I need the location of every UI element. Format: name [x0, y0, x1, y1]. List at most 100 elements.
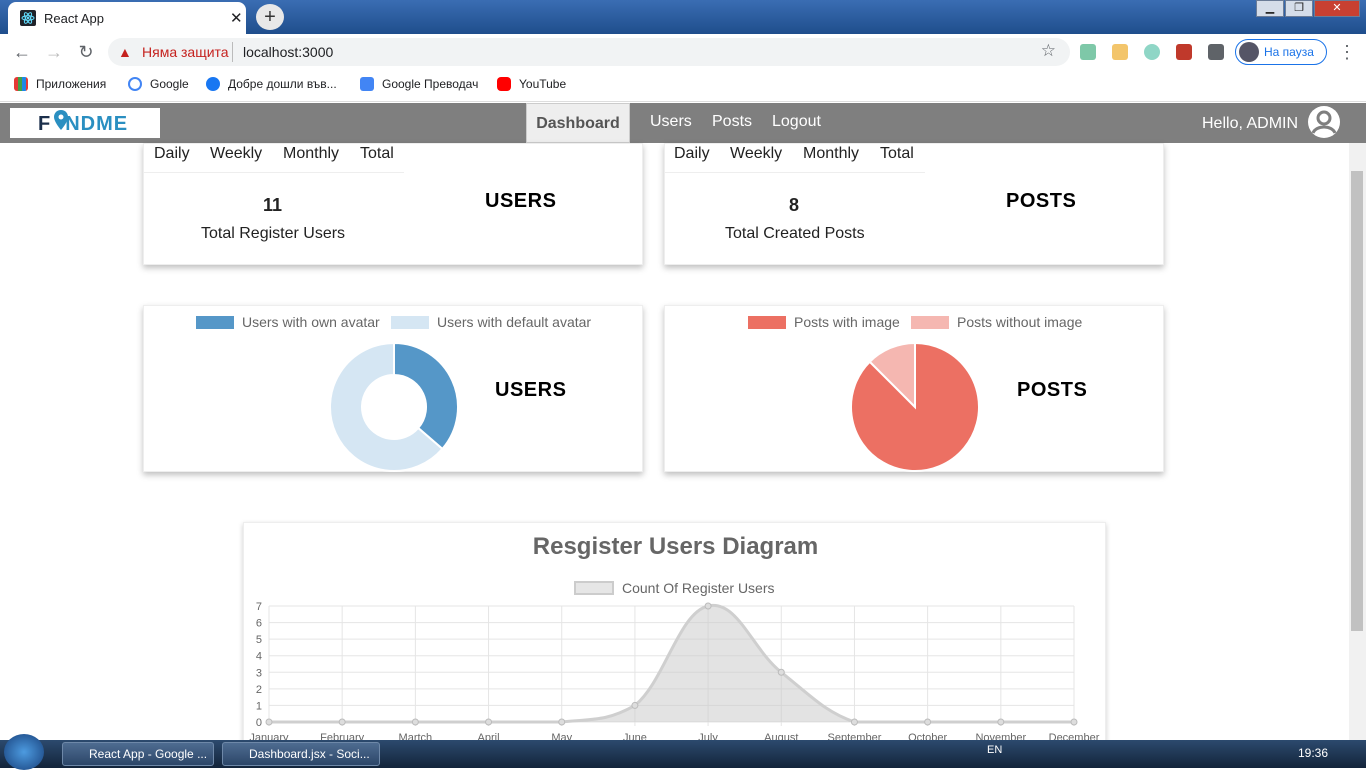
taskbar-label: React App - Google ... — [89, 747, 208, 761]
back-icon[interactable]: ← — [10, 40, 34, 64]
address-bar-row: ← → ↻ ▲ Няма защита localhost:3000 ☆ На … — [0, 34, 1366, 70]
insecure-label[interactable]: Няма защита — [142, 44, 229, 60]
legend-own-avatar[interactable]: Users with own avatar — [196, 314, 380, 330]
user-avatar-icon[interactable] — [1308, 106, 1340, 138]
data-point[interactable] — [777, 668, 785, 676]
data-point[interactable] — [704, 602, 712, 610]
y-tick-label: 1 — [256, 700, 262, 712]
greeting: Hello, ADMIN — [1202, 115, 1299, 132]
legend-label: Users with own avatar — [242, 314, 380, 330]
bookmark-google[interactable]: Google — [128, 77, 189, 91]
period-daily[interactable]: Daily — [674, 145, 710, 163]
legend-label: Users with default avatar — [437, 314, 592, 330]
y-tick-label: 2 — [256, 684, 262, 696]
users-heading: USERS — [485, 190, 557, 212]
tab-close-icon[interactable]: ✕ — [230, 9, 243, 27]
posts-heading: POSTS — [1006, 190, 1077, 212]
nav-posts[interactable]: Posts — [712, 113, 752, 131]
nav-users[interactable]: Users — [650, 113, 692, 131]
findme-logo[interactable]: F NDME — [10, 108, 160, 138]
new-tab-button[interactable]: + — [256, 4, 284, 30]
bookmark-star-icon[interactable]: ☆ — [1041, 41, 1056, 61]
y-tick-label: 5 — [256, 634, 262, 646]
extension-icon[interactable] — [1144, 44, 1160, 60]
slice-own-avatar[interactable] — [393, 341, 459, 451]
bookmark-youtube[interactable]: YouTube — [497, 77, 566, 91]
windows-taskbar: React App - Google ... Dashboard.jsx - S… — [0, 734, 1366, 770]
translate-icon — [360, 77, 374, 91]
bookmark-translate[interactable]: Google Преводач — [360, 77, 478, 91]
warning-icon: ▲ — [118, 44, 132, 60]
data-point[interactable] — [338, 718, 346, 726]
apps-icon — [14, 77, 28, 91]
start-button-icon[interactable] — [4, 734, 44, 770]
period-weekly[interactable]: Weekly — [210, 145, 262, 163]
period-monthly[interactable]: Monthly — [803, 145, 859, 163]
data-point[interactable] — [850, 718, 858, 726]
profile-button[interactable]: На пауза — [1235, 39, 1327, 65]
data-point[interactable] — [1070, 718, 1078, 726]
period-monthly[interactable]: Monthly — [283, 145, 339, 163]
total-posts-value: 8 — [789, 195, 800, 215]
data-point[interactable] — [997, 718, 1005, 726]
close-window-icon[interactable]: ✕ — [1314, 0, 1360, 17]
data-point[interactable] — [411, 718, 419, 726]
legend-default-avatar[interactable]: Users with default avatar — [391, 314, 591, 330]
period-weekly[interactable]: Weekly — [730, 145, 782, 163]
bookmark-facebook[interactable]: Добре дошли във... — [206, 77, 337, 91]
browser-tab-strip: React App ✕ + ▁ ❐ ✕ — [0, 0, 1366, 34]
maximize-icon[interactable]: ❐ — [1285, 0, 1313, 17]
extension-icon[interactable] — [1080, 44, 1096, 60]
posts-heading: POSTS — [1017, 379, 1088, 401]
total-users-caption: Total Register Users — [201, 225, 346, 242]
legend-swatch — [574, 581, 614, 595]
bookmark-label: Приложения — [36, 77, 107, 91]
data-point[interactable] — [265, 718, 273, 726]
omnibox[interactable]: ▲ Няма защита localhost:3000 ☆ — [108, 38, 1070, 66]
legend-without-image[interactable]: Posts without image — [911, 314, 1082, 330]
users-avatar-card: Users with own avatar Users with default… — [143, 305, 643, 472]
forward-icon[interactable]: → — [42, 40, 66, 64]
reload-icon[interactable]: ↻ — [74, 40, 98, 64]
puzzle-icon[interactable] — [1208, 44, 1224, 60]
y-tick-label: 4 — [256, 651, 262, 663]
taskbar-vscode[interactable]: Dashboard.jsx - Soci... — [222, 742, 380, 766]
bookmark-label: Добре дошли във... — [228, 77, 337, 91]
nav-dashboard[interactable]: Dashboard — [526, 103, 630, 143]
data-point[interactable] — [558, 718, 566, 726]
bookmark-apps[interactable]: Приложения — [14, 77, 106, 91]
page-scrollbar[interactable] — [1349, 143, 1366, 740]
omnibox-divider — [232, 42, 233, 62]
extension-icon[interactable] — [1112, 44, 1128, 60]
y-tick-label: 6 — [256, 618, 262, 630]
chart-legend[interactable]: Count Of Register Users — [574, 580, 775, 596]
extension-icon[interactable] — [1176, 44, 1192, 60]
clock[interactable]: 19:36 — [1298, 746, 1328, 760]
browser-tab[interactable]: React App ✕ — [8, 2, 246, 34]
posts-stats-card: Daily Weekly Monthly Total 8 Total Creat… — [664, 143, 1164, 265]
menu-icon[interactable]: ⋮ — [1338, 42, 1356, 63]
posts-image-pie-chart — [850, 341, 980, 472]
nav-logout[interactable]: Logout — [772, 113, 821, 131]
bookmark-label: Google Преводач — [382, 77, 479, 91]
period-total[interactable]: Total — [360, 145, 394, 163]
url-text[interactable]: localhost:3000 — [243, 44, 333, 60]
data-point[interactable] — [631, 701, 639, 709]
app-navbar: F NDME Dashboard Users Posts Logout Hello… — [0, 103, 1366, 143]
users-heading: USERS — [495, 379, 567, 401]
y-tick-label: 0 — [256, 717, 262, 729]
total-users-value: 11 — [263, 195, 283, 215]
scrollbar-thumb[interactable] — [1351, 171, 1363, 631]
y-tick-label: 3 — [256, 667, 262, 679]
legend-with-image[interactable]: Posts with image — [748, 314, 900, 330]
data-point[interactable] — [485, 718, 493, 726]
users-stats-card: Daily Weekly Monthly Total 11 Total Regi… — [143, 143, 643, 265]
minimize-icon[interactable]: ▁ — [1256, 0, 1284, 17]
posts-image-card: Posts with image Posts without image POS… — [664, 305, 1164, 472]
data-point[interactable] — [924, 718, 932, 726]
language-indicator[interactable]: EN — [987, 744, 1002, 756]
taskbar-chrome[interactable]: React App - Google ... — [62, 742, 214, 766]
period-total[interactable]: Total — [880, 145, 914, 163]
legend-label: Posts with image — [794, 314, 900, 330]
period-daily[interactable]: Daily — [154, 145, 190, 163]
